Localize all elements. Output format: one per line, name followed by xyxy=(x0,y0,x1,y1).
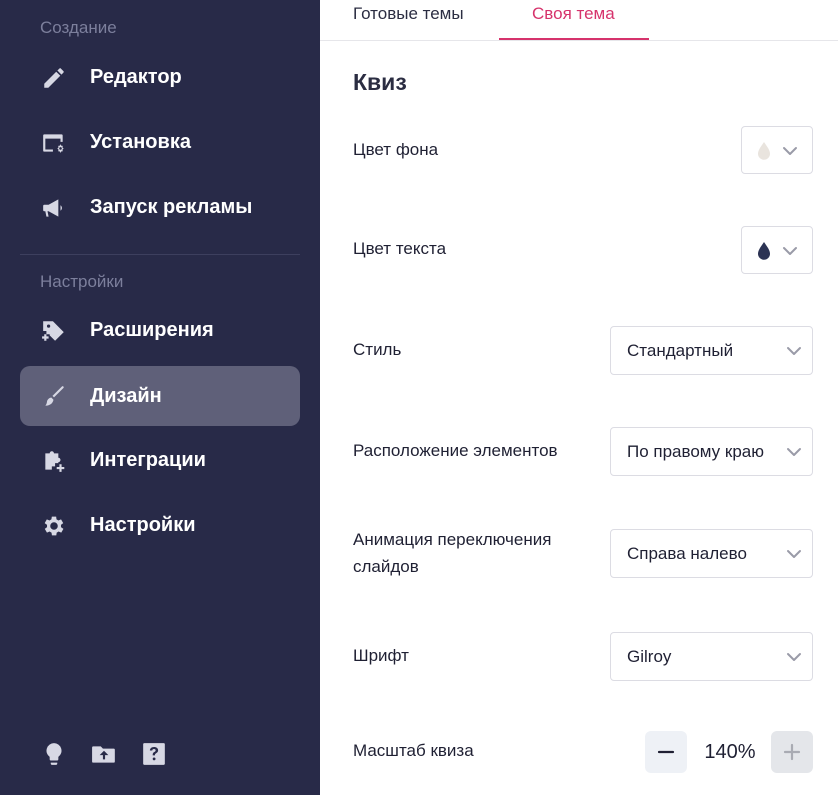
sidebar-item-label: Интеграции xyxy=(90,448,206,471)
color-drop-icon xyxy=(756,241,772,261)
chevron-down-icon xyxy=(782,244,798,258)
sidebar: Создание Редактор Установка Запуск рекла… xyxy=(0,0,320,795)
install-icon xyxy=(40,129,68,157)
sidebar-item-label: Дизайн xyxy=(90,384,162,407)
sidebar-item-integrations[interactable]: Интеграции xyxy=(20,430,300,490)
sidebar-item-label: Редактор xyxy=(90,65,182,88)
font-select-value: Gilroy xyxy=(627,647,672,666)
plus-icon xyxy=(783,743,801,761)
megaphone-icon xyxy=(40,194,68,222)
animation-label: Анимация переключения слайдов xyxy=(353,530,552,576)
tab-ready-themes[interactable]: Готовые темы xyxy=(353,4,464,24)
sidebar-item-editor[interactable]: Редактор xyxy=(20,47,300,107)
background-color-picker[interactable] xyxy=(741,126,813,174)
theme-tabs: Готовые темы Своя тема xyxy=(320,0,838,41)
folder-upload-icon[interactable] xyxy=(90,740,118,768)
scale-label: Масштаб квиза xyxy=(353,741,474,760)
sidebar-item-label: Расширения xyxy=(90,318,214,341)
style-label: Стиль xyxy=(353,340,402,359)
sidebar-bottom-icons xyxy=(40,740,168,768)
animation-select-value: Справа налево xyxy=(627,544,747,563)
layout-label: Расположение элементов xyxy=(353,441,558,460)
brush-icon xyxy=(40,383,68,411)
text-color-label: Цвет текста xyxy=(353,239,447,258)
sidebar-item-settings[interactable]: Настройки xyxy=(20,495,300,555)
chevron-down-icon xyxy=(786,344,802,358)
sidebar-divider xyxy=(20,254,300,255)
tag-plus-icon xyxy=(40,317,68,345)
chevron-down-icon xyxy=(782,144,798,158)
minus-icon xyxy=(657,750,675,754)
font-select[interactable]: Gilroy xyxy=(610,632,813,681)
style-select[interactable]: Стандартный xyxy=(610,326,813,375)
layout-select-value: По правому краю xyxy=(627,442,765,461)
tab-custom-theme[interactable]: Своя тема xyxy=(532,4,615,24)
animation-select[interactable]: Справа налево xyxy=(610,529,813,578)
text-color-picker[interactable] xyxy=(741,226,813,274)
help-icon[interactable] xyxy=(140,740,168,768)
chevron-down-icon xyxy=(786,445,802,459)
lightbulb-icon[interactable] xyxy=(40,740,68,768)
sidebar-item-install[interactable]: Установка xyxy=(20,112,300,172)
layout-select[interactable]: По правому краю xyxy=(610,427,813,476)
tab-active-indicator xyxy=(499,38,649,40)
section-title-create: Создание xyxy=(40,18,117,37)
style-select-value: Стандартный xyxy=(627,341,734,360)
color-drop-icon xyxy=(756,141,772,161)
font-label: Шрифт xyxy=(353,646,409,665)
scale-decrease-button[interactable] xyxy=(645,731,687,773)
sidebar-item-extensions[interactable]: Расширения xyxy=(20,300,300,360)
sidebar-item-label: Настройки xyxy=(90,513,196,536)
section-title: Квиз xyxy=(353,69,407,95)
pencil-icon xyxy=(40,64,68,92)
section-title-settings: Настройки xyxy=(40,272,124,291)
sidebar-item-label: Установка xyxy=(90,130,191,153)
sidebar-item-label: Запуск рекламы xyxy=(90,195,253,218)
sidebar-item-design[interactable]: Дизайн xyxy=(20,366,300,426)
background-color-label: Цвет фона xyxy=(353,140,439,159)
chevron-down-icon xyxy=(786,547,802,561)
main-panel: Готовые темы Своя тема Квиз Цвет фона Цв… xyxy=(320,0,838,795)
chevron-down-icon xyxy=(786,650,802,664)
scale-value: 140% xyxy=(704,741,756,763)
sidebar-item-ads[interactable]: Запуск рекламы xyxy=(20,177,300,237)
scale-increase-button[interactable] xyxy=(771,731,813,773)
puzzle-plus-icon xyxy=(40,447,68,475)
gear-icon xyxy=(40,512,68,540)
